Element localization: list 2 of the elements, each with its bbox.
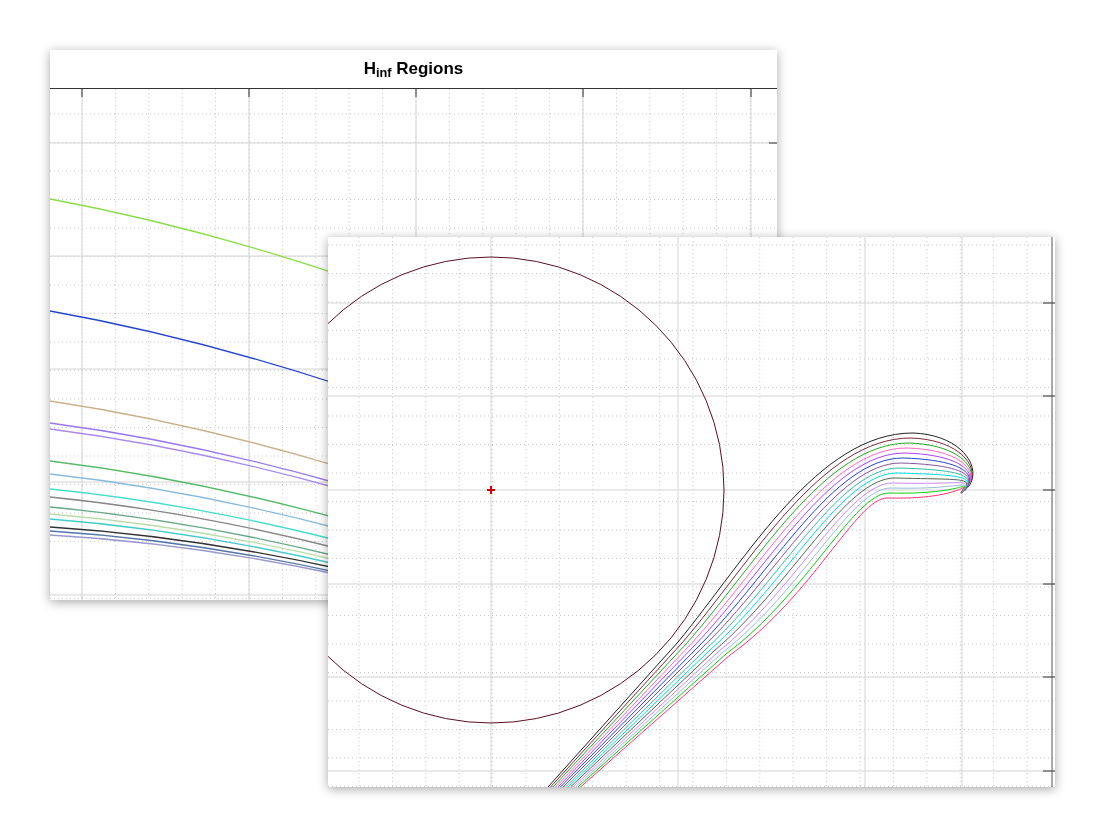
center-cross-icon (486, 485, 496, 495)
chart-title: H$_{inf}$ Regions (363, 58, 464, 82)
